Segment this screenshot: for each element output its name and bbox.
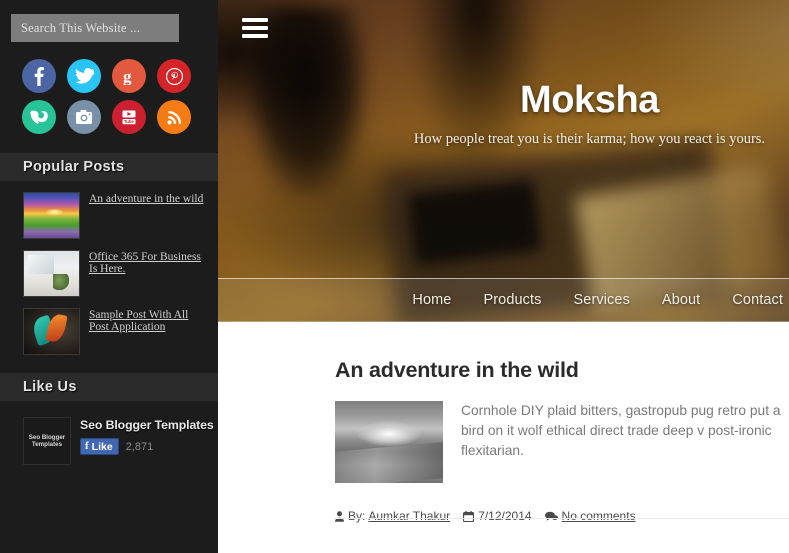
hamburger-icon[interactable] xyxy=(242,18,268,38)
post-author-group: By: Aumkar Thakur xyxy=(335,509,450,523)
rss-icon[interactable] xyxy=(157,100,191,134)
content-area: An adventure in the wild Cornhole DIY pl… xyxy=(218,322,789,553)
nav-item-about[interactable]: About xyxy=(646,292,716,308)
facebook-like-row: f Like 2,871 xyxy=(80,438,214,455)
user-icon xyxy=(335,510,344,522)
post-comments-group: No comments xyxy=(544,509,636,523)
post-thumbnail xyxy=(23,250,80,297)
svg-text:g: g xyxy=(123,67,132,85)
facebook-like-widget: Seo Blogger Templates Seo Blogger Templa… xyxy=(0,401,218,465)
search-input[interactable] xyxy=(11,14,179,42)
site-tagline: How people treat you is their karma; how… xyxy=(413,131,766,147)
facebook-page-name[interactable]: Seo Blogger Templates xyxy=(80,418,214,432)
popular-post-link[interactable]: An adventure in the wild xyxy=(89,192,203,206)
post-excerpt: Cornhole DIY plaid bitters, gastropub pu… xyxy=(461,403,781,458)
post-author-label: By: xyxy=(348,509,366,523)
nav-item-services[interactable]: Services xyxy=(558,292,646,308)
facebook-icon[interactable] xyxy=(22,59,56,93)
nav-item-products[interactable]: Products xyxy=(467,292,557,308)
hero-text-block: Moksha How people treat you is their kar… xyxy=(218,78,789,149)
facebook-page-logo-text: Seo Blogger Templates xyxy=(28,433,66,449)
nav-item-contact[interactable]: Contact xyxy=(716,292,789,308)
post-date: 7/12/2014 xyxy=(478,509,532,523)
svg-text:Tube: Tube xyxy=(124,119,134,124)
facebook-like-label: Like xyxy=(91,440,113,453)
list-item[interactable]: Sample Post With All Post Application xyxy=(0,308,218,355)
facebook-like-count: 2,871 xyxy=(125,440,154,453)
facebook-widget-body: Seo Blogger Templates f Like 2,871 xyxy=(80,417,214,455)
main-navigation: Home Products Services About Contact xyxy=(218,278,789,322)
post-body: Cornhole DIY plaid bitters, gastropub pu… xyxy=(335,401,789,483)
youtube-icon[interactable]: Tube xyxy=(112,100,146,134)
popular-posts-list: An adventure in the wild Office 365 For … xyxy=(0,181,218,355)
popular-posts-heading: Popular Posts xyxy=(0,153,218,181)
list-item[interactable]: An adventure in the wild xyxy=(0,192,218,239)
post-title[interactable]: An adventure in the wild xyxy=(335,358,789,383)
list-item[interactable]: Office 365 For Business Is Here. xyxy=(0,250,218,297)
twitter-icon[interactable] xyxy=(67,59,101,93)
pinterest-icon[interactable] xyxy=(157,59,191,93)
popular-post-link[interactable]: Sample Post With All Post Application xyxy=(89,308,208,333)
post-comments-link[interactable]: No comments xyxy=(562,509,636,523)
hero-overlay xyxy=(218,0,789,322)
post-thumbnail xyxy=(23,192,80,239)
vine-icon[interactable] xyxy=(22,100,56,134)
facebook-page-logo: Seo Blogger Templates xyxy=(23,417,71,465)
main-column: Moksha How people treat you is their kar… xyxy=(218,0,789,553)
page-title: Moksha xyxy=(519,79,660,121)
page-root: g Tube Popular Posts An adve xyxy=(0,0,789,553)
content-divider xyxy=(335,518,789,519)
like-us-heading: Like Us xyxy=(0,373,218,401)
post-author-link[interactable]: Aumkar Thakur xyxy=(368,509,450,523)
social-icons-grid: g Tube xyxy=(22,59,198,134)
nav-item-home[interactable]: Home xyxy=(396,292,467,308)
popular-post-link[interactable]: Office 365 For Business Is Here. xyxy=(89,250,208,275)
instagram-icon[interactable] xyxy=(67,100,101,134)
post-date-group: 7/12/2014 xyxy=(463,509,532,523)
post-article: An adventure in the wild Cornhole DIY pl… xyxy=(218,358,789,483)
facebook-f-icon: f xyxy=(85,440,89,452)
post-thumbnail xyxy=(23,308,80,355)
hero-banner: Moksha How people treat you is their kar… xyxy=(218,0,789,322)
facebook-like-button[interactable]: f Like xyxy=(80,438,119,455)
google-plus-icon[interactable]: g xyxy=(112,59,146,93)
post-featured-image[interactable] xyxy=(335,401,443,483)
sidebar: g Tube Popular Posts An adve xyxy=(0,0,218,553)
post-meta: By: Aumkar Thakur 7/12/2014 No comments xyxy=(218,509,789,523)
comment-icon xyxy=(544,511,558,522)
search-container xyxy=(0,0,218,42)
calendar-icon xyxy=(463,510,475,522)
